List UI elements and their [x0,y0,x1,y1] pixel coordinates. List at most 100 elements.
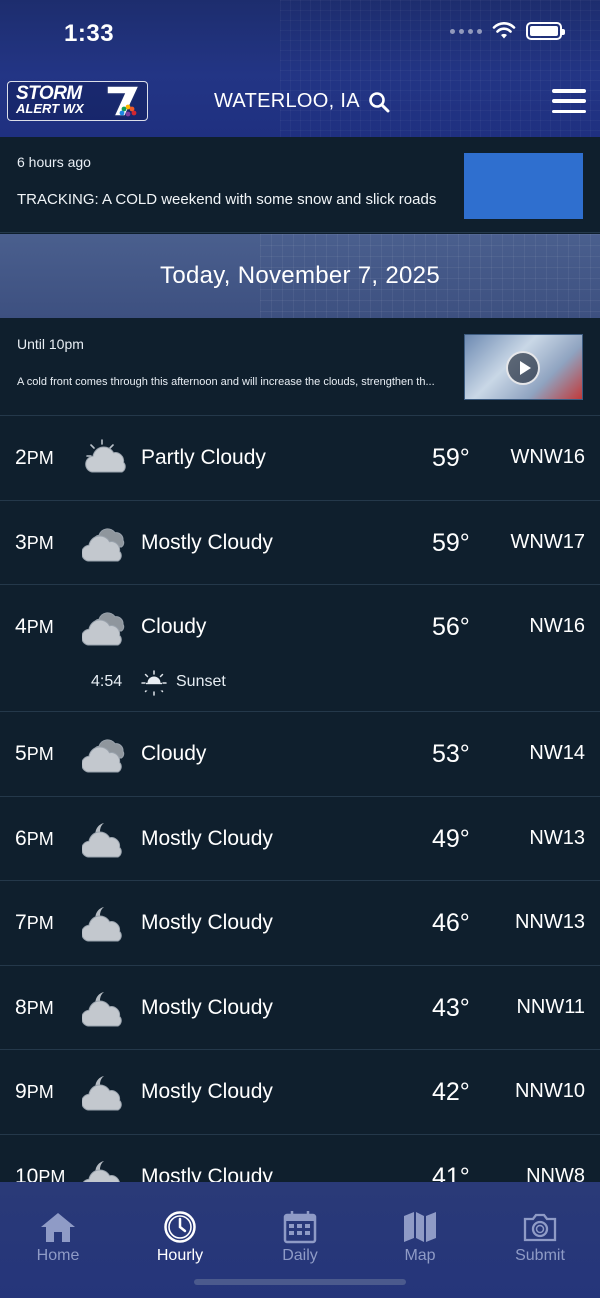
mostly-cloudy-night-icon [81,819,128,859]
wind-speed: NNW13 [514,911,585,933]
hourly-row[interactable]: 6PM Mostly Cloudy 49° NW13 [0,796,600,881]
summary-until: Until 10pm [17,336,84,352]
tab-daily[interactable]: Daily [240,1210,360,1265]
news-thumbnail[interactable] [464,153,583,219]
hourly-forecast-list[interactable]: 2PM Partly Cloudy 59° WNW16 3PM Mostly Cloudy… [0,416,600,1182]
wifi-icon [492,22,516,39]
mostly-cloudy-night-icon [81,1072,128,1112]
cloudy-icon [81,607,128,647]
location-selector[interactable]: WATERLOO, IA [214,90,390,113]
app-header: 1:33 STORM ALERT WX WATERLOO, IA [0,0,600,137]
partly-cloudy-day-icon [82,438,128,478]
wind-speed: NW13 [529,826,585,849]
wind-speed: NW14 [529,742,585,764]
temperature: 59° [432,528,470,557]
sunset-time: 4:54 [91,673,123,690]
hour-label: 2PM [15,446,54,469]
nbc-seven-logo-icon [100,83,146,119]
hour-label: 9PM [15,1080,54,1103]
date-title: Today, November 7, 2025 [160,262,440,289]
hour-label: 8PM [15,995,54,1019]
hourly-row[interactable]: 8PM Mostly Cloudy 43° NNW11 [0,965,600,1050]
temperature: 56° [432,613,470,641]
hamburger-menu-icon[interactable] [552,89,586,113]
storm-alert-logo[interactable]: STORM ALERT WX [7,81,148,121]
tab-home[interactable]: Home [0,1210,118,1265]
temperature: 59° [432,444,470,472]
battery-icon [526,22,565,40]
calendar-icon [280,1210,320,1244]
tab-label: Submit [515,1247,565,1264]
news-timestamp: 6 hours ago [17,154,91,170]
mostly-cloudy-night-icon [81,988,128,1028]
temperature: 49° [432,824,470,853]
wind-speed: WNW16 [510,446,585,468]
logo-storm-text: STORM [16,83,82,104]
tab-label: Daily [282,1247,318,1264]
sunset-icon [140,669,168,697]
location-name: WATERLOO, IA [214,90,360,112]
condition-label: Mostly Cloudy [141,1164,273,1183]
home-indicator [194,1279,406,1285]
news-item[interactable]: 6 hours ago TRACKING: A COLD weekend wit… [0,137,600,233]
hour-label: 5PM [15,742,54,765]
hourly-row[interactable]: 7PM Mostly Cloudy 46° NNW13 [0,881,600,966]
tab-submit[interactable]: Submit [480,1210,600,1265]
wind-speed: NNW8 [526,1164,585,1183]
status-time: 1:33 [64,20,115,47]
hour-label: 6PM [15,826,54,850]
tab-label: Hourly [156,1247,204,1264]
condition-label: Mostly Cloudy [141,911,273,934]
temperature: 42° [432,1078,470,1106]
news-headline[interactable]: TRACKING: A COLD weekend with some snow … [17,191,436,208]
header-pattern [280,0,600,137]
condition-label: Mostly Cloudy [141,826,273,850]
date-banner: Today, November 7, 2025 [0,234,600,318]
status-icons [450,22,565,40]
tab-map[interactable]: Map [360,1210,480,1265]
temperature: 43° [432,993,470,1022]
sunset-label: Sunset [176,673,226,690]
tab-label: Home [36,1247,80,1264]
condition-label: Mostly Cloudy [141,995,273,1019]
cloudy-icon [81,734,128,774]
forecast-summary[interactable]: Until 10pm A cold front comes through th… [0,318,600,416]
temperature: 46° [432,909,470,937]
temperature: 41° [432,1162,470,1183]
condition-label: Partly Cloudy [141,446,266,469]
hour-label: 4PM [15,615,54,638]
hour-label: 10PM [15,1164,66,1183]
wind-speed: NNW10 [514,1080,585,1102]
condition-label: Mostly Cloudy [141,1080,273,1103]
condition-label: Cloudy [141,615,207,638]
home-icon [38,1210,78,1244]
play-icon[interactable] [506,351,540,385]
condition-label: Cloudy [141,742,207,765]
cellular-signal-icon [450,28,482,34]
hour-label: 7PM [15,911,54,934]
sunset-row: 4:54 Sunset [0,669,600,699]
summary-text: A cold front comes through this afternoo… [17,376,435,388]
hourly-row[interactable]: 5PM Cloudy 53° NW14 [0,712,600,797]
wind-speed: NW16 [529,615,585,637]
condition-label: Mostly Cloudy [141,530,273,554]
clock-icon [160,1210,200,1244]
wind-speed: NNW11 [516,995,585,1018]
map-icon [400,1210,440,1244]
wind-speed: WNW17 [510,530,585,553]
hourly-row[interactable]: 3PM Mostly Cloudy 59° WNW17 [0,500,600,585]
mostly-cloudy-night-icon [82,1157,128,1182]
mostly-cloudy-night-icon [81,903,128,943]
logo-alert-text: ALERT WX [16,101,84,116]
tab-label: Map [404,1247,436,1264]
tab-hourly[interactable]: Hourly [120,1210,240,1265]
hourly-row[interactable]: 2PM Partly Cloudy 59° WNW16 [0,416,600,501]
hourly-row[interactable]: 4PM Cloudy 56° NW16 4:54 Sunset [0,585,600,712]
temperature: 53° [432,740,470,768]
mostly-cloudy-day-icon [81,523,128,563]
forecast-video-thumbnail[interactable] [464,334,583,400]
hourly-row[interactable]: 9PM Mostly Cloudy 42° NNW10 [0,1050,600,1135]
search-icon[interactable] [368,91,390,113]
hourly-row[interactable]: 10PM Mostly Cloudy 41° NNW8 [0,1134,600,1183]
camera-icon [520,1210,560,1244]
